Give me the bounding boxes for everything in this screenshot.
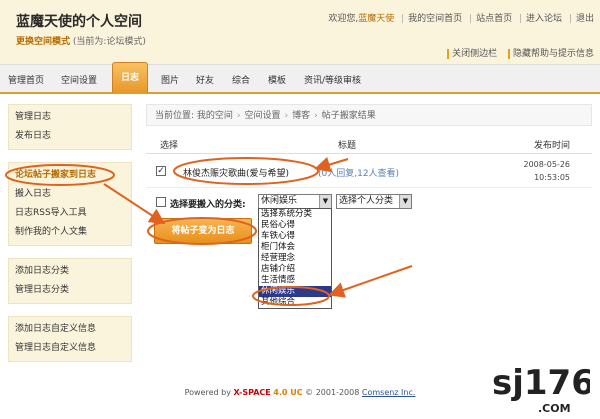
tab-templates[interactable]: 模板 — [268, 73, 286, 86]
mode-note: (当前为:论坛模式) — [72, 37, 146, 47]
username-link[interactable]: 蓝魔天使 — [358, 14, 394, 24]
welcome-text: 欢迎您, — [328, 14, 359, 24]
watermark-main: sj176 — [492, 363, 590, 403]
dropdown-option-selected[interactable]: 休闲娱乐 — [259, 286, 331, 297]
sidebar-item-add-category[interactable]: 添加日志分类 — [15, 262, 125, 281]
sidebar-item-rss-import[interactable]: 日志RSS导入工具 — [15, 204, 125, 223]
tab-news-review[interactable]: 资讯/等级审核 — [304, 73, 361, 86]
footer-company-link[interactable]: Comsenz Inc. — [362, 388, 416, 397]
tab-photos[interactable]: 图片 — [161, 73, 179, 86]
top-links: 欢迎您,蓝魔天使 | 我的空间首页 | 站点首页 | 进入论坛 | 退出 — [328, 14, 594, 24]
watermark-sub: .COM — [538, 402, 571, 415]
watermark-logo: sj176 .COM — [490, 356, 595, 416]
main-nav: 管理首页 空间设置 日志 图片 好友 综合 模板 资讯/等级审核 — [0, 62, 600, 94]
footer-copyright: © 2001-2008 — [305, 388, 360, 397]
dropdown-option[interactable]: 店铺介绍 — [259, 264, 331, 275]
logout-link[interactable]: 退出 — [576, 14, 594, 24]
my-space-link[interactable]: 我的空间首页 — [408, 14, 462, 24]
tab-space-settings[interactable]: 空间设置 — [61, 73, 97, 86]
dropdown-option[interactable]: 生活情感 — [259, 275, 331, 286]
dropdown-option[interactable]: 选择系统分类 — [259, 209, 331, 220]
site-title: 蓝魔天使的个人空间 — [16, 14, 142, 30]
dropdown-option[interactable]: 民俗心得 — [259, 220, 331, 231]
overlay-layer: 将帖子变为日志 选择系统分类 民俗心得 车铁心得 柜门体会 经营理念 店铺介绍 … — [146, 104, 592, 324]
footer-version: 4.0 UC — [273, 388, 303, 397]
sidebar-item-forum-to-blog[interactable]: 论坛帖子搬家到日志 — [15, 166, 125, 185]
sidebar-group-import: 论坛帖子搬家到日志 搬入日志 日志RSS导入工具 制作我的个人文集 — [8, 162, 132, 246]
sidebar-item-import-blog[interactable]: 搬入日志 — [15, 185, 125, 204]
forum-link[interactable]: 进入论坛 — [526, 14, 562, 24]
convert-to-blog-button[interactable]: 将帖子变为日志 — [154, 218, 252, 244]
tab-admin-home[interactable]: 管理首页 — [8, 73, 44, 86]
footer-brand[interactable]: X-SPACE — [233, 388, 270, 397]
dropdown-option[interactable]: 车铁心得 — [259, 231, 331, 242]
hide-help-link[interactable]: 隐藏帮助与提示信息 — [513, 49, 594, 59]
dropdown-option[interactable]: 柜门体会 — [259, 242, 331, 253]
sidebar-group-custom-info: 添加日志自定义信息 管理日志自定义信息 — [8, 316, 132, 362]
sidebar-group-blog: 管理日志 发布日志 — [8, 104, 132, 150]
site-header: 蓝魔天使的个人空间 更换空间模式 (当前为:论坛模式) 欢迎您,蓝魔天使 | 我的… — [0, 0, 600, 64]
sidebar-item-add-custom-info[interactable]: 添加日志自定义信息 — [15, 320, 125, 339]
tab-general[interactable]: 综合 — [232, 73, 250, 86]
sidebar-item-publish-blog[interactable]: 发布日志 — [15, 127, 125, 146]
sub-links: 关闭侧边栏 隐藏帮助与提示信息 — [439, 46, 594, 59]
change-mode-link[interactable]: 更换空间模式 — [16, 37, 70, 47]
system-category-dropdown[interactable]: 选择系统分类 民俗心得 车铁心得 柜门体会 经营理念 店铺介绍 生活情感 休闲娱… — [258, 208, 332, 309]
dropdown-option[interactable]: 其他综合 — [259, 297, 331, 308]
site-home-link[interactable]: 站点首页 — [476, 14, 512, 24]
sidebar-item-manage-category[interactable]: 管理日志分类 — [15, 281, 125, 300]
footer-prefix: Powered by — [184, 388, 231, 397]
sidebar-group-category: 添加日志分类 管理日志分类 — [8, 258, 132, 304]
tab-friends[interactable]: 好友 — [196, 73, 214, 86]
sidebar: 管理日志 发布日志 论坛帖子搬家到日志 搬入日志 日志RSS导入工具 制作我的个… — [8, 104, 132, 374]
sidebar-item-manage-custom-info[interactable]: 管理日志自定义信息 — [15, 339, 125, 358]
mode-row: 更换空间模式 (当前为:论坛模式) — [16, 34, 146, 47]
sidebar-item-manage-blog[interactable]: 管理日志 — [15, 108, 125, 127]
dropdown-option[interactable]: 经营理念 — [259, 253, 331, 264]
sidebar-item-make-collection[interactable]: 制作我的个人文集 — [15, 223, 125, 242]
tab-blog[interactable]: 日志 — [112, 62, 148, 93]
close-sidebar-link[interactable]: 关闭侧边栏 — [452, 49, 497, 59]
